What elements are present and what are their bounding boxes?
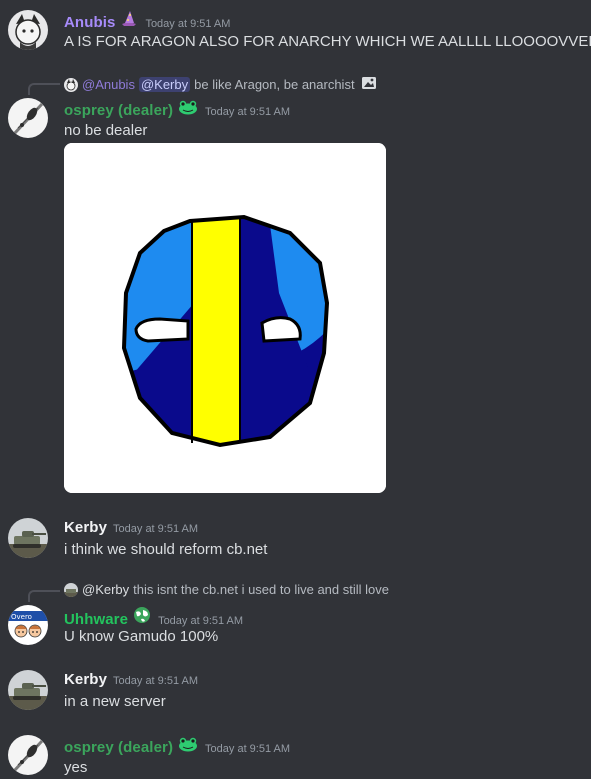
reply-avatar-icon [64, 77, 78, 92]
avatar-kerby-icon [8, 670, 48, 710]
username[interactable]: osprey (dealer) [64, 102, 173, 119]
timestamp: Today at 9:51 AM [145, 18, 231, 30]
reply-preview[interactable]: @Anubis @Kerby be like Aragon, be anarch… [64, 75, 377, 94]
frog-icon [177, 736, 199, 757]
avatar-uhhware-icon: Overo [8, 605, 48, 645]
reply-connector [28, 83, 60, 95]
timestamp: Today at 9:51 AM [113, 523, 199, 535]
timestamp: Today at 9:51 AM [205, 106, 291, 118]
avatar[interactable] [8, 10, 48, 50]
image-icon [361, 75, 377, 94]
reply-author[interactable]: @Anubis [82, 77, 135, 92]
reply-avatar-icon [64, 582, 78, 597]
wizard-hat-icon [119, 9, 139, 32]
avatar-anubis-icon [8, 10, 48, 50]
avatar-osprey-icon [8, 735, 48, 775]
avatar-osprey-icon [8, 98, 48, 138]
frog-icon [177, 99, 199, 120]
aragon-countryball-image [64, 143, 386, 493]
globe-icon [132, 606, 152, 629]
avatar[interactable]: Overo [8, 605, 48, 645]
timestamp: Today at 9:51 AM [158, 615, 244, 627]
message-text: U know Gamudo 100% [64, 628, 219, 645]
message-text: yes [64, 759, 88, 776]
timestamp: Today at 9:51 AM [113, 675, 199, 687]
reply-author[interactable]: @Kerby [82, 582, 129, 597]
reply-text: this isnt the cb.net i used to live and … [133, 582, 389, 597]
message-text: in a new server [64, 693, 166, 710]
username[interactable]: osprey (dealer) [64, 739, 173, 756]
reply-mention[interactable]: @Kerby [138, 77, 191, 92]
reply-text: be like Aragon, be anarchist [194, 77, 355, 92]
avatar-lettering: Overo [11, 613, 32, 621]
image-attachment[interactable] [64, 143, 386, 493]
reply-preview[interactable]: @Kerby this isnt the cb.net i used to li… [64, 582, 389, 597]
username[interactable]: Anubis [64, 14, 115, 31]
message-text: A IS FOR ARAGON ALSO FOR ANARCHY WHICH W… [64, 33, 591, 50]
username[interactable]: Kerby [64, 519, 107, 536]
message-text: no be dealer [64, 122, 148, 139]
timestamp: Today at 9:51 AM [205, 743, 291, 755]
avatar[interactable] [8, 670, 48, 710]
avatar-kerby-icon [8, 518, 48, 558]
username[interactable]: Kerby [64, 671, 107, 688]
username[interactable]: Uhhware [64, 611, 128, 628]
avatar[interactable] [8, 98, 48, 138]
avatar[interactable] [8, 518, 48, 558]
avatar[interactable] [8, 735, 48, 775]
message-text: i think we should reform cb.net [64, 541, 268, 558]
reply-connector [28, 590, 60, 602]
